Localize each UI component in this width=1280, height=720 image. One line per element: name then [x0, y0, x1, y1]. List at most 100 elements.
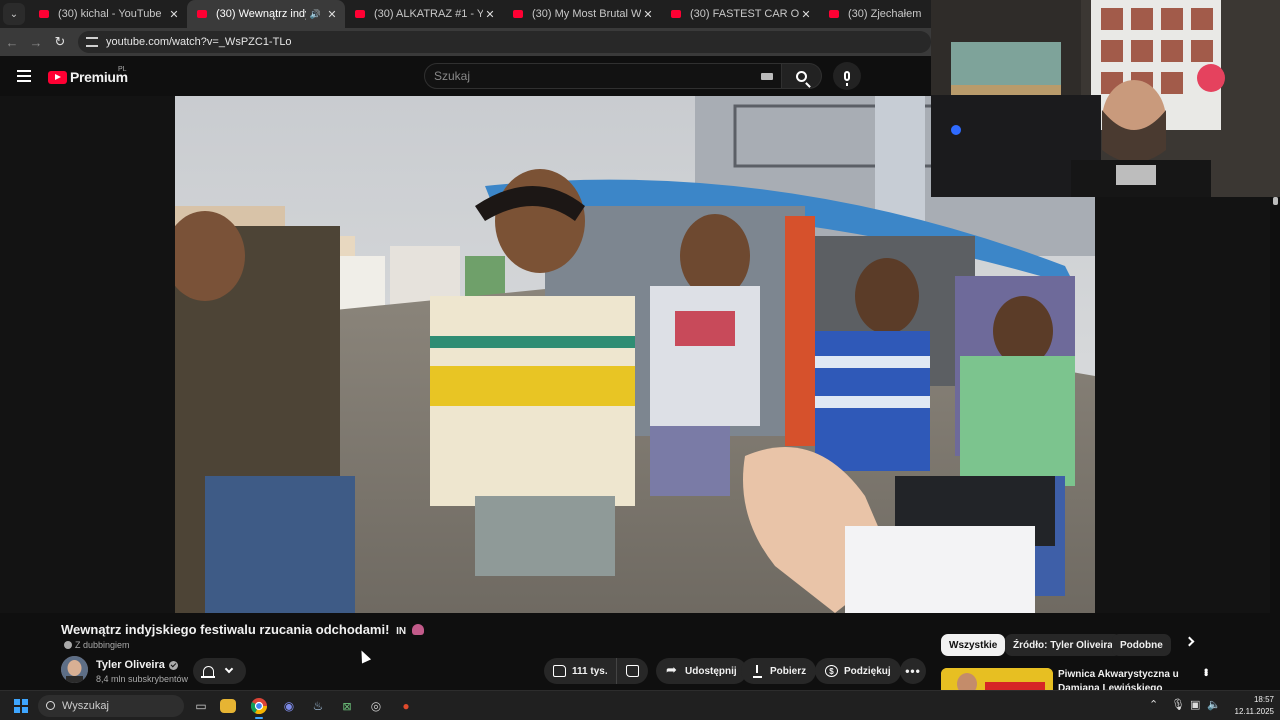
search-icon: [46, 701, 55, 710]
search-input[interactable]: Szukaj: [424, 63, 782, 89]
channel-avatar[interactable]: [61, 656, 88, 683]
download-button[interactable]: Pobierz: [741, 658, 817, 684]
browser-tab-6[interactable]: (30) Zjechałem na nartach: [819, 0, 929, 28]
verified-badge-icon: [168, 660, 178, 670]
speaker-icon[interactable]: 🔊: [310, 9, 321, 20]
chevron-down-icon: [224, 664, 234, 674]
hamburger-menu-icon[interactable]: [17, 70, 31, 82]
clock-time: 18:57: [1253, 695, 1274, 704]
like-dislike-group: 111 tys.: [544, 658, 648, 684]
voice-search-button[interactable]: [833, 62, 861, 90]
youtube-favicon-icon: [39, 10, 49, 18]
download-icon: [751, 665, 764, 678]
taskbar-search-box[interactable]: Wyszukaj: [38, 695, 184, 717]
reload-icon[interactable]: ↻: [48, 34, 72, 50]
close-tab-icon[interactable]: ✕: [799, 8, 813, 21]
volume-icon[interactable]: 🔈: [1207, 698, 1221, 711]
file-explorer-icon[interactable]: [220, 699, 236, 713]
tab-title: (30) Wewnątrz indyjskiego f: [216, 8, 306, 20]
channel-name-text: Tyler Oliveira: [96, 659, 165, 671]
chevron-right-icon[interactable]: [1184, 636, 1195, 647]
browser-tab-5[interactable]: (30) FASTEST CAR ON THE PLAN ✕: [661, 0, 819, 28]
person-voice-icon: [64, 641, 72, 649]
task-view-icon[interactable]: ▭: [191, 696, 211, 716]
browser-tab-2-active[interactable]: (30) Wewnątrz indyjskiego f 🔊 ✕: [187, 0, 345, 28]
obs-icon[interactable]: ◎: [366, 696, 386, 716]
tab-title: (30) ALKATRAZ #1 - YouTube: [374, 8, 483, 20]
webcam-image: [931, 0, 1280, 197]
close-tab-icon[interactable]: ✕: [483, 8, 497, 21]
page-scrollbar[interactable]: [1270, 197, 1280, 690]
browser-tab-1[interactable]: (30) kichal - YouTube ✕: [29, 0, 187, 28]
browser-tab-4[interactable]: (30) My Most Brutal Wingsuit Fl ✕: [503, 0, 661, 28]
forward-arrow-icon[interactable]: →: [24, 35, 48, 50]
dubbing-indicator: Z dubbingiem: [64, 640, 130, 650]
system-clock[interactable]: 18:57 12.11.2025: [1224, 694, 1274, 718]
recommended-video-title[interactable]: Piwnica Akwarystyczna u Damiana Lewiński…: [1058, 668, 1188, 690]
share-label: Udostępnij: [685, 665, 737, 677]
steam-icon[interactable]: ♨: [308, 696, 328, 716]
youtube-favicon-icon: [829, 10, 839, 18]
region-code: PL: [118, 66, 127, 73]
thumbs-up-icon: [553, 665, 566, 677]
youtube-premium-logo[interactable]: Premium PL: [48, 66, 128, 85]
windows-taskbar: Wyszukaj ▭ ◉ ♨ ⊠ ◎ ● ⌃ 🎙 ▣ 🔈 18:57 12.11…: [0, 690, 1280, 720]
url-omnibox[interactable]: youtube.com/watch?v=_WsPZC1-TLo: [78, 31, 931, 53]
chip-all[interactable]: Wszystkie: [941, 634, 1006, 656]
close-tab-icon[interactable]: ✕: [325, 8, 339, 21]
youtube-play-logo-icon: [48, 70, 67, 84]
close-tab-icon[interactable]: ✕: [641, 8, 655, 21]
avatar-image: [61, 656, 88, 683]
youtube-favicon-icon: [671, 10, 681, 18]
bell-icon: [201, 665, 215, 678]
clock-date: 12.11.2025: [1234, 707, 1274, 716]
download-label: Pobierz: [770, 665, 807, 677]
video-title-text: Wewnątrz indyjskiego festiwalu rzucania …: [61, 622, 390, 637]
more-horizontal-icon: •••: [905, 664, 921, 678]
active-app-indicator: [255, 717, 263, 719]
thumbnail-image: [941, 668, 1053, 690]
mouse-cursor-icon: [356, 648, 372, 664]
youtube-favicon-icon: [197, 10, 207, 18]
tab-title: (30) My Most Brutal Wingsuit Fl: [532, 8, 641, 20]
more-actions-button[interactable]: •••: [900, 658, 926, 684]
microphone-tray-icon[interactable]: 🎙: [1171, 698, 1185, 711]
browser-tab-strip: ⌄ (30) kichal - YouTube ✕ (30) Wewnątrz …: [0, 0, 931, 28]
recommended-video-thumbnail[interactable]: [941, 668, 1053, 690]
video-title: Wewnątrz indyjskiego festiwalu rzucania …: [61, 622, 424, 637]
tab-title: (30) FASTEST CAR ON THE PLAN: [690, 8, 799, 20]
keyboard-icon[interactable]: [761, 73, 773, 80]
tab-title: (30) Zjechałem na nartach: [848, 8, 923, 20]
chip-from-channel[interactable]: Źródło: Tyler Oliveira: [1005, 634, 1121, 656]
chrome-logo-icon: [251, 698, 267, 714]
search-button[interactable]: [782, 63, 822, 89]
scrollbar-thumb[interactable]: [1273, 197, 1278, 205]
close-tab-icon[interactable]: ✕: [167, 8, 181, 21]
like-count: 111 tys.: [572, 665, 608, 677]
dislike-button[interactable]: [617, 665, 648, 677]
country-flag-label: IN: [396, 626, 407, 637]
chrome-icon[interactable]: [249, 696, 269, 716]
search-placeholder: Szukaj: [434, 69, 471, 83]
xbox-app-icon[interactable]: ⊠: [337, 696, 357, 716]
site-info-icon[interactable]: [86, 37, 98, 47]
thanks-button[interactable]: $ Podziękuj: [815, 658, 901, 684]
tray-overflow-chevron-icon[interactable]: ⌃: [1149, 698, 1158, 711]
subscription-bell-button[interactable]: [193, 658, 246, 684]
tab-search-menu-button[interactable]: ⌄: [3, 3, 25, 25]
like-button[interactable]: 111 tys.: [544, 658, 617, 684]
browser-tab-3[interactable]: (30) ALKATRAZ #1 - YouTube ✕: [345, 0, 503, 28]
share-button[interactable]: Udostępnij: [656, 658, 747, 684]
thumbs-down-icon: [626, 665, 639, 677]
address-bar-row: ← → ↻ youtube.com/watch?v=_WsPZC1-TLo: [0, 28, 931, 56]
game-launcher-icon[interactable]: ●: [396, 696, 416, 716]
discord-icon[interactable]: ◉: [279, 696, 299, 716]
subscriber-count: 8,4 mln subskrybentów: [96, 674, 189, 684]
channel-name-link[interactable]: Tyler Oliveira: [96, 659, 178, 671]
recommendation-menu-icon[interactable]: •••: [1199, 668, 1213, 675]
windows-start-icon[interactable]: [14, 699, 28, 713]
network-icon[interactable]: ▣: [1190, 698, 1200, 711]
chip-related[interactable]: Podobne: [1112, 634, 1171, 656]
back-arrow-icon[interactable]: ←: [0, 35, 24, 50]
youtube-favicon-icon: [355, 10, 365, 18]
